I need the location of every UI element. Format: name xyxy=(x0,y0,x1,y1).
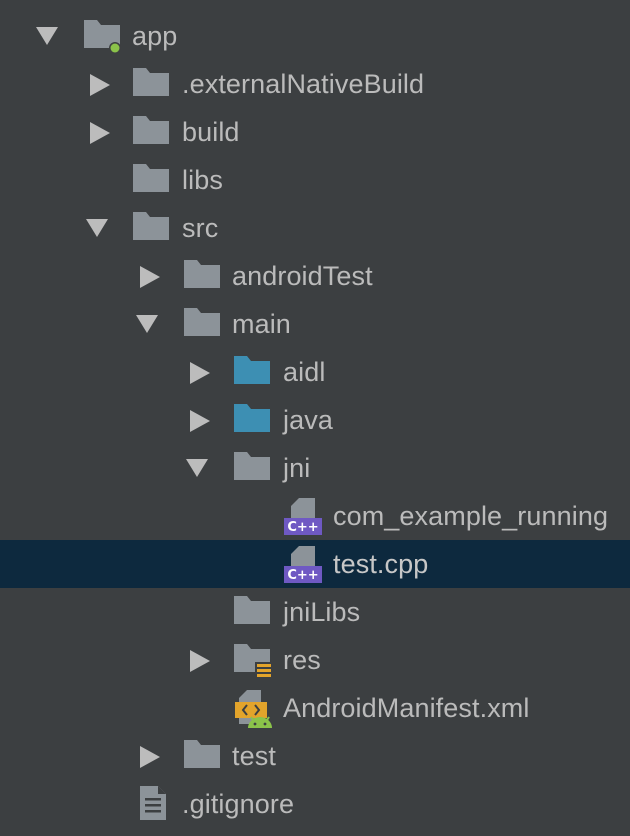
expand-arrow-down-icon[interactable] xyxy=(83,204,111,252)
tree-node-label: .gitignore xyxy=(182,789,295,819)
tree-node-label: .externalNativeBuild xyxy=(182,69,425,99)
folder-icon xyxy=(184,252,224,300)
tree-node-label: jni xyxy=(283,453,311,483)
folder-icon xyxy=(184,300,224,348)
tree-node-src[interactable]: src xyxy=(0,204,630,252)
tree-node-app[interactable]: app xyxy=(0,12,630,60)
tree-node-label: app xyxy=(132,21,178,51)
tree-node-label: build xyxy=(182,117,240,147)
tree-node-build[interactable]: build xyxy=(0,108,630,156)
expand-arrow-right-icon[interactable] xyxy=(86,60,114,108)
folder-icon xyxy=(133,156,173,204)
expand-arrow-right-icon[interactable] xyxy=(136,732,164,780)
tree-node-main[interactable]: main xyxy=(0,300,630,348)
tree-node-label: main xyxy=(232,309,291,339)
text-file-icon xyxy=(138,780,178,828)
project-tree: app .externalNativeBuild build libs src … xyxy=(0,0,630,836)
module-folder-icon xyxy=(84,12,124,60)
folder-icon xyxy=(234,588,274,636)
tree-node-androidmanifest[interactable]: AndroidManifest.xml xyxy=(0,684,630,732)
expand-arrow-right-icon[interactable] xyxy=(136,252,164,300)
source-folder-icon xyxy=(234,396,274,444)
resource-folder-icon xyxy=(234,636,274,684)
tree-node-label: AndroidManifest.xml xyxy=(283,693,530,723)
tree-node-java[interactable]: java xyxy=(0,396,630,444)
tree-node-aidl[interactable]: aidl xyxy=(0,348,630,396)
folder-icon xyxy=(234,444,274,492)
tree-node-jnilibs[interactable]: jniLibs xyxy=(0,588,630,636)
tree-node-label: src xyxy=(182,213,219,243)
tree-node-label: test.cpp xyxy=(333,549,429,579)
tree-node-jni[interactable]: jni xyxy=(0,444,630,492)
tree-node-label: com_example_running xyxy=(333,501,609,531)
folder-icon xyxy=(133,204,173,252)
expand-arrow-right-icon[interactable] xyxy=(186,348,214,396)
tree-node-label: res xyxy=(283,645,321,675)
expand-arrow-down-icon[interactable] xyxy=(33,12,61,60)
tree-node-label: jniLibs xyxy=(283,597,361,627)
tree-node-com-example-running[interactable]: C++ com_example_running xyxy=(0,492,630,540)
expand-arrow-right-icon[interactable] xyxy=(186,396,214,444)
tree-node-test-cpp[interactable]: C++ test.cpp xyxy=(0,540,630,588)
tree-node-androidtest[interactable]: androidTest xyxy=(0,252,630,300)
expand-arrow-down-icon[interactable] xyxy=(183,444,211,492)
android-manifest-icon xyxy=(234,684,274,732)
tree-node-libs[interactable]: libs xyxy=(0,156,630,204)
cpp-file-icon: C++ xyxy=(284,540,324,588)
folder-icon xyxy=(133,108,173,156)
tree-node-test[interactable]: test xyxy=(0,732,630,780)
svg-text:C++: C++ xyxy=(287,520,318,535)
tree-node-gitignore[interactable]: .gitignore xyxy=(0,780,630,828)
tree-node-res[interactable]: res xyxy=(0,636,630,684)
next-row-partial xyxy=(0,830,630,836)
tree-node-externalnativebuild[interactable]: .externalNativeBuild xyxy=(0,60,630,108)
folder-icon xyxy=(133,60,173,108)
source-folder-icon xyxy=(234,348,274,396)
expand-arrow-right-icon[interactable] xyxy=(86,108,114,156)
expand-arrow-down-icon[interactable] xyxy=(133,300,161,348)
svg-text:C++: C++ xyxy=(287,568,318,583)
tree-node-label: aidl xyxy=(283,357,326,387)
tree-node-label: androidTest xyxy=(232,261,373,291)
folder-icon xyxy=(184,732,224,780)
tree-node-label: libs xyxy=(182,165,223,195)
tree-node-label: test xyxy=(232,741,276,771)
tree-node-label: java xyxy=(283,405,333,435)
cpp-file-icon: C++ xyxy=(284,492,324,540)
expand-arrow-right-icon[interactable] xyxy=(186,636,214,684)
